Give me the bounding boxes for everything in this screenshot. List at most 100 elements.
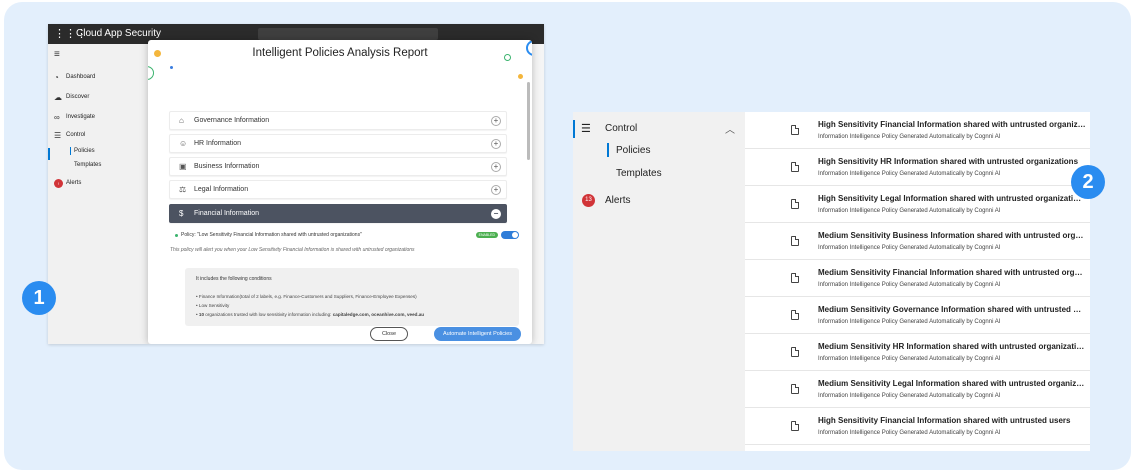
- policy-title: Medium Sensitivity HR Information shared…: [818, 342, 1086, 351]
- glasses-icon: ∞: [54, 112, 60, 122]
- selected-indicator: [48, 148, 50, 160]
- hamburger-icon[interactable]: ≡: [54, 49, 60, 60]
- list-item[interactable]: High Sensitivity Financial Information s…: [745, 408, 1090, 445]
- alert-count-badge: 13: [582, 194, 595, 207]
- screenshot-report-dialog: ⋮⋮⋮ Cloud App Security ≡ ◔ Dashboard ☁ Dis…: [48, 24, 544, 344]
- sidebar-item-templates[interactable]: Templates: [74, 160, 101, 170]
- conditions-box: It includes the following conditions • F…: [185, 268, 519, 326]
- automate-policies-button[interactable]: Automate Intelligent Policies: [434, 327, 521, 341]
- policy-toggle[interactable]: [501, 231, 519, 239]
- app-title: Cloud App Security: [76, 28, 162, 39]
- screenshot-policies-list: ☰ Control ︿ Policies Templates 13 Alerts…: [573, 112, 1090, 451]
- decor-dot: [170, 66, 173, 69]
- policy-description: This policy will alert you when your Low…: [170, 247, 415, 253]
- policy-title: Medium Sensitivity Financial Information…: [818, 268, 1086, 277]
- chevron-up-icon[interactable]: ︿: [725, 121, 735, 136]
- policy-subtitle: Information Intelligence Policy Generate…: [818, 319, 1001, 325]
- expand-icon[interactable]: +: [491, 184, 501, 195]
- policy-subtitle: Information Intelligence Policy Generate…: [818, 208, 1001, 214]
- decor-ring: [148, 66, 154, 80]
- category-label: Business Information: [194, 163, 260, 170]
- search-box[interactable]: [258, 28, 438, 40]
- sidebar-item-investigate[interactable]: ∞ Investigate: [54, 112, 95, 122]
- policy-subtitle: Information Intelligence Policy Generate…: [818, 393, 1001, 399]
- decor-dot: [518, 74, 523, 79]
- list-item[interactable]: High Sensitivity HR Information shared w…: [745, 149, 1090, 186]
- category-hr[interactable]: ☺ HR Information +: [169, 134, 507, 153]
- sidebar-item-discover[interactable]: ☁ Discover: [54, 92, 89, 102]
- policy-title: Medium Sensitivity Business Information …: [818, 231, 1086, 240]
- sidebar-item-alerts[interactable]: 13 Alerts: [582, 194, 631, 207]
- document-icon: [791, 273, 799, 283]
- list-item[interactable]: Medium Sensitivity Business Information …: [745, 223, 1090, 260]
- policy-subtitle: Information Intelligence Policy Generate…: [818, 356, 1001, 362]
- list-item[interactable]: Medium Sensitivity Governance Informatio…: [745, 297, 1090, 334]
- report-modal: Intelligent Policies Analysis Report ⌂ Go…: [148, 40, 532, 344]
- sidebar-item-label: Investigate: [66, 114, 96, 120]
- sliders-icon: ☰: [54, 130, 62, 140]
- modal-scrollbar[interactable]: [527, 82, 530, 160]
- category-governance[interactable]: ⌂ Governance Information +: [169, 111, 507, 130]
- document-icon: [791, 421, 799, 431]
- sidebar-item-control[interactable]: ☰ Control: [54, 130, 85, 140]
- sidebar-item-control[interactable]: ☰ Control ︿: [581, 121, 741, 136]
- sidebar-item-label: Alerts: [605, 195, 631, 206]
- people-icon: ☺: [179, 139, 188, 148]
- sidebar-item-templates[interactable]: Templates: [616, 168, 662, 179]
- collapse-icon[interactable]: −: [491, 208, 501, 219]
- policy-subtitle: Information Intelligence Policy Generate…: [818, 282, 1001, 288]
- policy-title: High Sensitivity HR Information shared w…: [818, 157, 1079, 166]
- category-legal[interactable]: ⚖ Legal Information +: [169, 180, 507, 199]
- bank-icon: ⌂: [179, 116, 184, 125]
- condition-item: • Low Sensitivity: [196, 303, 230, 308]
- document-icon: [791, 347, 799, 357]
- category-label: HR Information: [194, 140, 242, 147]
- sidebar-item-policies[interactable]: Policies: [616, 145, 650, 156]
- list-item[interactable]: High Sensitivity Legal Information share…: [745, 186, 1090, 223]
- policies-sidebar: ☰ Control ︿ Policies Templates 13 Alerts: [573, 112, 745, 451]
- list-item[interactable]: Medium Sensitivity HR Information shared…: [745, 334, 1090, 371]
- sliders-icon: ☰: [581, 123, 591, 135]
- expand-icon[interactable]: +: [491, 138, 501, 149]
- policy-subtitle: Information Intelligence Policy Generate…: [818, 430, 1001, 436]
- policies-list: High Sensitivity Financial Information s…: [745, 112, 1090, 451]
- step-badge-1: 1: [22, 281, 56, 315]
- policy-title: Medium Sensitivity Legal Information sha…: [818, 379, 1086, 388]
- policy-subtitle: Information Intelligence Policy Generate…: [818, 171, 1001, 177]
- document-icon: [791, 125, 799, 135]
- expand-icon[interactable]: +: [491, 115, 501, 126]
- list-item[interactable]: Medium Sensitivity Legal Information sha…: [745, 371, 1090, 408]
- policy-title: High Sensitivity Legal Information share…: [818, 194, 1086, 203]
- policy-subtitle: Information Intelligence Policy Generate…: [818, 245, 1001, 251]
- modal-title: Intelligent Policies Analysis Report: [252, 47, 428, 59]
- expand-icon[interactable]: +: [491, 161, 501, 172]
- conditions-title: It includes the following conditions: [196, 276, 272, 282]
- briefcase-icon: ▣: [179, 162, 187, 171]
- category-label: Governance Information: [194, 117, 270, 124]
- sidebar-item-policies[interactable]: Policies: [70, 146, 95, 156]
- status-badge: ENABLED: [475, 232, 498, 238]
- policy-label: Policy: "Low Sensitivity Financial Infor…: [181, 232, 362, 238]
- document-icon: [791, 162, 799, 172]
- category-label: Financial Information: [194, 210, 259, 217]
- category-business[interactable]: ▣ Business Information +: [169, 157, 507, 176]
- sidebar-item-label: Alerts: [66, 180, 82, 186]
- category-financial[interactable]: $ Financial Information −: [169, 204, 507, 223]
- condition-item: • Finance Information(total of 2 labels,…: [196, 294, 417, 299]
- close-button[interactable]: Close: [370, 327, 408, 341]
- cloud-icon: ☁: [54, 92, 62, 102]
- dollar-icon: $: [179, 209, 184, 218]
- app-sidebar: ≡ ◔ Dashboard ☁ Discover ∞ Investigate ☰ Con…: [48, 44, 163, 344]
- policy-line: Policy: "Low Sensitivity Financial Infor…: [175, 231, 519, 239]
- list-item[interactable]: Medium Sensitivity Financial Information…: [745, 260, 1090, 297]
- policy-title: High Sensitivity Financial Information s…: [818, 120, 1086, 129]
- list-item[interactable]: High Sensitivity Financial Information s…: [745, 112, 1090, 149]
- policy-title: Medium Sensitivity Governance Informatio…: [818, 305, 1086, 314]
- sidebar-item-label: Policies: [616, 145, 651, 156]
- selected-indicator: [607, 143, 609, 157]
- sidebar-item-label: Control: [605, 123, 638, 134]
- sidebar-item-alerts[interactable]: ! Alerts: [54, 178, 81, 188]
- sidebar-item-dashboard[interactable]: ◔ Dashboard: [54, 72, 95, 82]
- gauge-icon: ◔: [54, 72, 59, 82]
- scales-icon: ⚖: [179, 185, 187, 194]
